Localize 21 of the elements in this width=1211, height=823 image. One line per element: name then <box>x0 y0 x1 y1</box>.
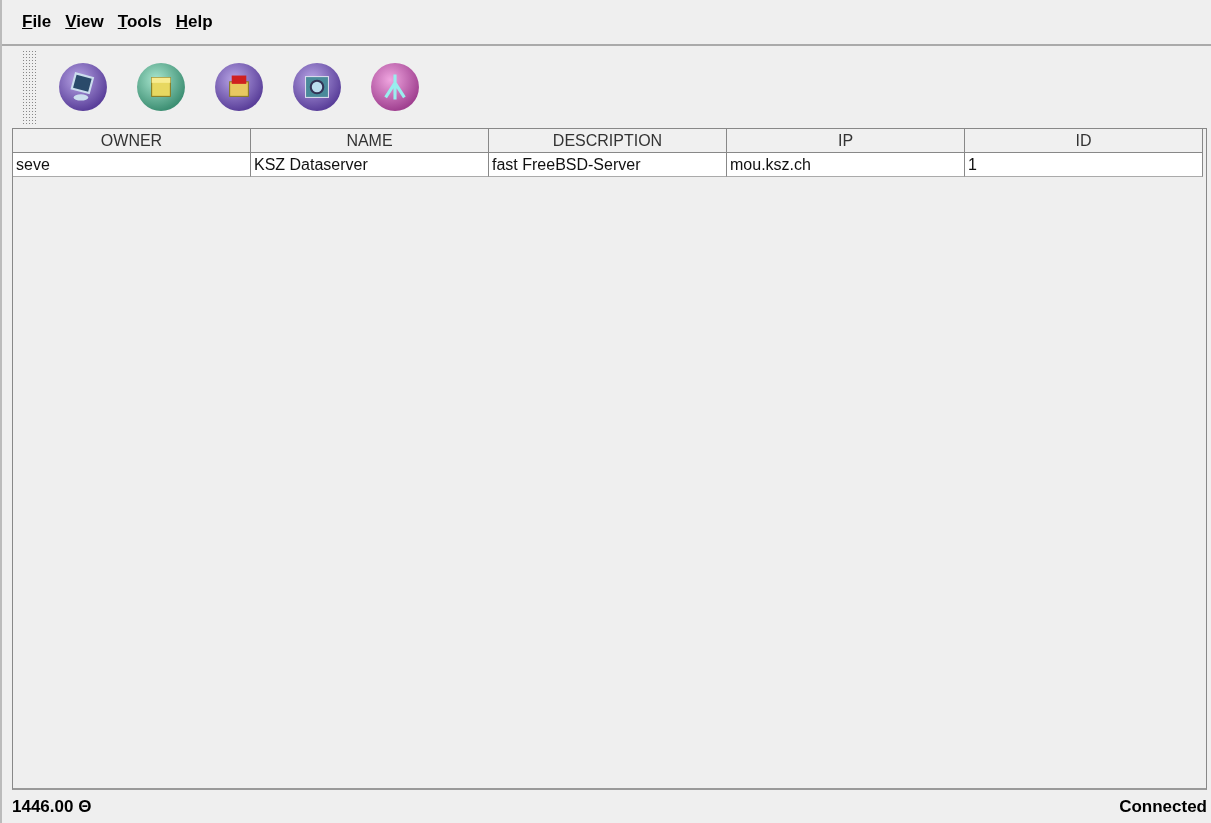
menu-item[interactable]: File <box>22 12 52 32</box>
column-header[interactable]: IP <box>727 129 965 153</box>
fork-icon[interactable] <box>370 62 420 112</box>
column-header[interactable]: NAME <box>251 129 489 153</box>
table-cell: fast FreeBSD-Server <box>489 153 727 177</box>
column-header[interactable]: DESCRIPTION <box>489 129 727 153</box>
monitor-icon[interactable] <box>58 62 108 112</box>
status-value: 1446.00 Θ <box>12 796 92 817</box>
connection-status: Connected <box>1119 796 1207 817</box>
table-cell: KSZ Dataserver <box>251 153 489 177</box>
table-cell: 1 <box>965 153 1203 177</box>
column-header[interactable]: OWNER <box>13 129 251 153</box>
box-icon[interactable] <box>136 62 186 112</box>
table-cell: mou.ksz.ch <box>727 153 965 177</box>
menu-item[interactable]: View <box>65 12 104 32</box>
menu-item[interactable]: Tools <box>117 12 162 32</box>
magnifier-icon[interactable] <box>292 62 342 112</box>
table-cell: seve <box>13 153 251 177</box>
menu-item[interactable]: Help <box>175 12 213 32</box>
gift-icon[interactable] <box>214 62 264 112</box>
column-header[interactable]: ID <box>965 129 1203 153</box>
